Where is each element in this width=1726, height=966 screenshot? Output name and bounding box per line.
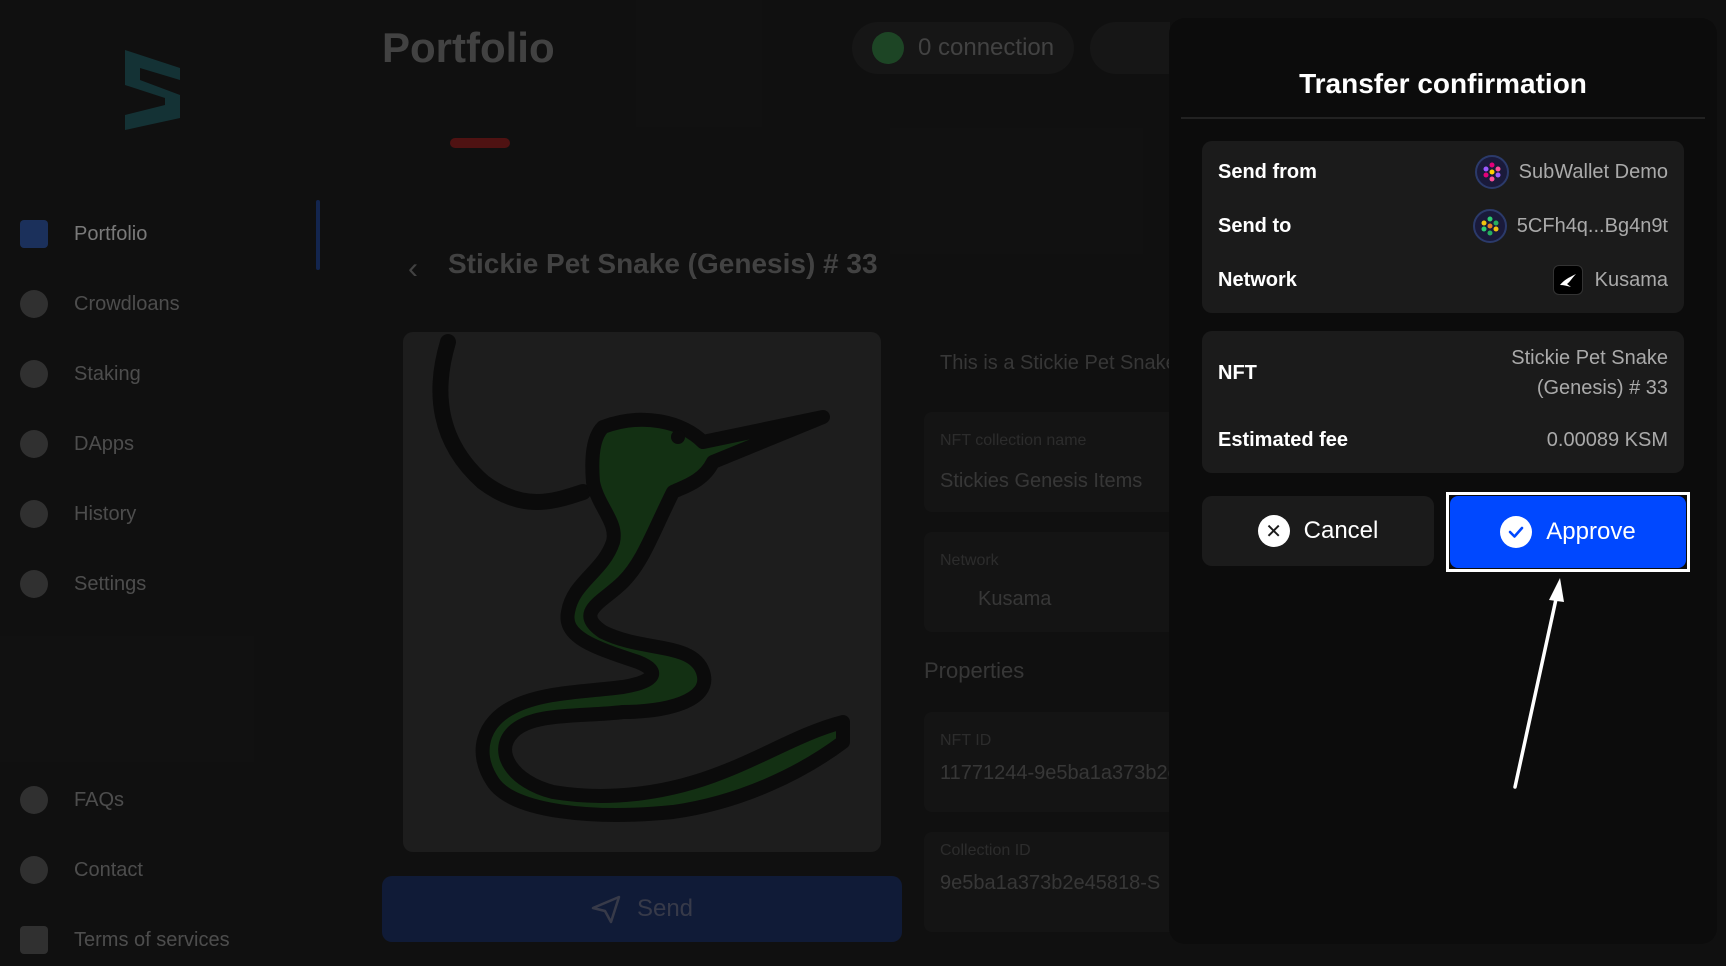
- network-value: Kusama: [1594, 268, 1668, 291]
- nft-label: NFT: [1218, 361, 1257, 384]
- send-from-label: Send from: [1218, 160, 1317, 183]
- send-to-row: Send to 5CFh4q...Bg4n9t: [1218, 209, 1668, 243]
- account-avatar-icon: [1474, 155, 1509, 189]
- fee-label: Estimated fee: [1218, 428, 1349, 451]
- send-from-row: Send from SubWallet Demo: [1218, 155, 1668, 189]
- send-to-label: Send to: [1218, 214, 1292, 237]
- recipient-avatar-icon: [1472, 209, 1507, 243]
- kusama-icon: [1552, 265, 1583, 295]
- check-icon: [1500, 516, 1533, 548]
- network-row: Network Kusama: [1218, 263, 1668, 297]
- modal-divider: [1181, 117, 1705, 119]
- fee-row: Estimated fee 0.00089 KSM: [1218, 425, 1668, 455]
- nft-fee-box: NFT Stickie Pet Snake (Genesis) # 33 Est…: [1202, 331, 1684, 473]
- nft-row: NFT Stickie Pet Snake (Genesis) # 33: [1218, 343, 1668, 403]
- pointer-arrow-icon: [1513, 578, 1564, 789]
- send-to-value: 5CFh4q...Bg4n9t: [1516, 214, 1668, 237]
- nft-value-line2: (Genesis) # 33: [1536, 377, 1668, 399]
- close-icon: ✕: [1257, 515, 1290, 547]
- modal-title: Transfer confirmation: [1299, 68, 1587, 99]
- send-from-value: SubWallet Demo: [1518, 160, 1668, 183]
- approve-button[interactable]: Approve: [1450, 496, 1686, 568]
- transfer-confirmation-modal: Transfer confirmation Send from SubWalle…: [1169, 18, 1717, 944]
- cancel-label: Cancel: [1303, 517, 1379, 544]
- cancel-button[interactable]: ✕ Cancel: [1202, 496, 1434, 566]
- approve-label: Approve: [1546, 518, 1636, 545]
- transfer-info-box: Send from SubWallet Demo Send to 5CFh4q.…: [1202, 141, 1684, 313]
- nft-value-line1: Stickie Pet Snake: [1511, 347, 1668, 369]
- network-label: Network: [1218, 268, 1297, 291]
- fee-value: 0.00089 KSM: [1546, 428, 1668, 451]
